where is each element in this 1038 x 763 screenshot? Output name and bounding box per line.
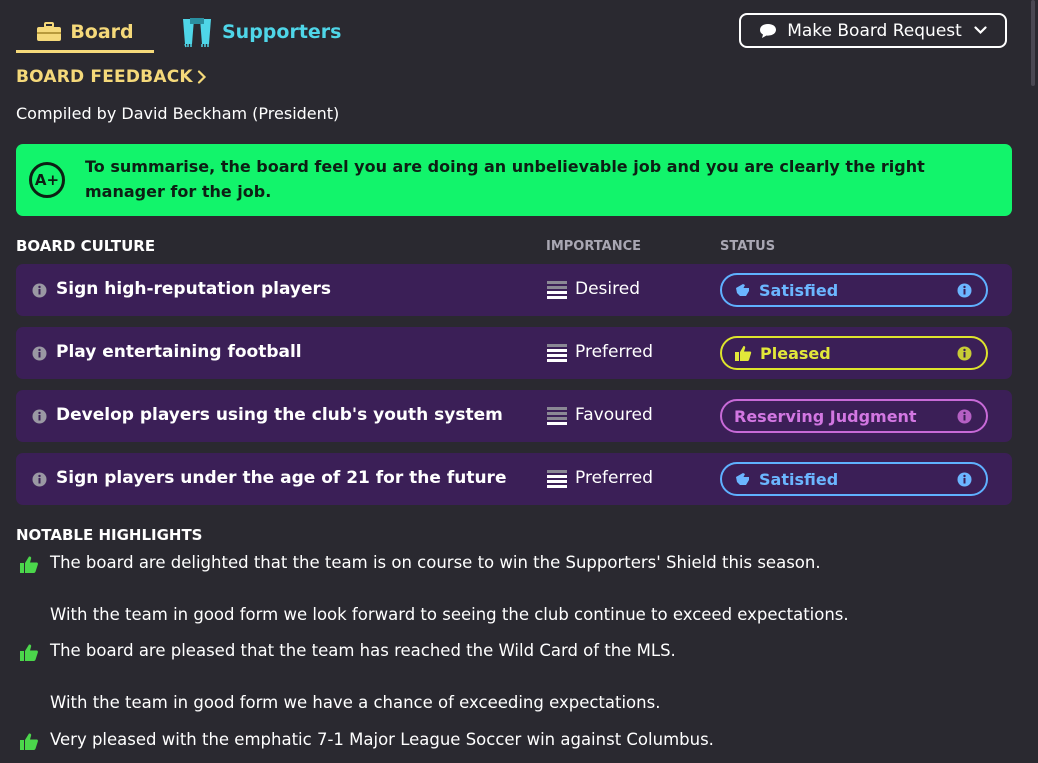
- compiled-by: Compiled by David Beckham (President): [16, 104, 340, 123]
- status-badge[interactable]: Pleased: [720, 336, 988, 370]
- info-icon[interactable]: [32, 283, 47, 298]
- info-icon[interactable]: [32, 409, 47, 424]
- board-feedback-title: BOARD FEEDBACK: [16, 67, 193, 87]
- status-header: STATUS: [720, 239, 776, 254]
- scrollbar[interactable]: [1031, 0, 1035, 86]
- importance-label: Favoured: [575, 405, 653, 425]
- culture-row[interactable]: Sign players under the age of 21 for the…: [16, 453, 1012, 505]
- culture-row[interactable]: Develop players using the club's youth s…: [16, 390, 1012, 442]
- importance-value: Preferred: [547, 342, 653, 362]
- tab-supporters[interactable]: Supporters: [180, 14, 341, 50]
- thumb-tilt-icon: [734, 282, 751, 298]
- thumb-tilt-icon: [734, 471, 751, 487]
- status-badge[interactable]: Satisfied: [720, 273, 988, 307]
- make-board-request-button[interactable]: Make Board Request: [739, 13, 1007, 48]
- status-badge[interactable]: Satisfied: [720, 462, 988, 496]
- importance-value: Preferred: [547, 468, 653, 488]
- importance-value: Desired: [547, 279, 640, 299]
- importance-label: Desired: [575, 279, 640, 299]
- info-icon[interactable]: [32, 472, 47, 487]
- tab-board[interactable]: Board: [16, 14, 154, 53]
- importance-label: Preferred: [575, 468, 654, 488]
- board-feedback-link[interactable]: BOARD FEEDBACK: [16, 67, 207, 87]
- summary-banner: A+ To summarise, the board feel you are …: [16, 144, 1012, 216]
- culture-row-label: Sign high-reputation players: [56, 279, 332, 299]
- board-culture-header: BOARD CULTURE: [16, 237, 156, 255]
- importance-bars-icon: [547, 279, 567, 299]
- speech-bubble-icon: [759, 23, 777, 39]
- tab-board-label: Board: [70, 21, 134, 43]
- status-label: Pleased: [760, 343, 831, 363]
- info-icon[interactable]: [957, 472, 972, 487]
- thumbs-up-icon: [734, 345, 752, 362]
- importance-bars-icon: [547, 468, 567, 488]
- status-label: Satisfied: [759, 280, 839, 300]
- briefcase-icon: [36, 22, 62, 42]
- highlight-text: The board are pleased that the team has …: [50, 641, 676, 660]
- info-icon[interactable]: [32, 346, 47, 361]
- make-board-request-label: Make Board Request: [787, 20, 962, 41]
- culture-row[interactable]: Play entertaining football Preferred Ple…: [16, 327, 1012, 379]
- importance-label: Preferred: [575, 342, 654, 362]
- importance-bars-icon: [547, 405, 567, 425]
- status-label: Satisfied: [759, 469, 839, 489]
- summary-text: To summarise, the board feel you are doi…: [85, 157, 925, 201]
- culture-row[interactable]: Sign high-reputation players Desired Sat…: [16, 264, 1012, 316]
- importance-value: Favoured: [547, 405, 653, 425]
- importance-header: IMPORTANCE: [546, 239, 641, 254]
- thumbs-up-icon: [19, 643, 39, 662]
- thumbs-up-icon: [19, 732, 39, 751]
- highlight-note: With the team in good form we look forwa…: [50, 605, 849, 624]
- tab-bar: Board Supporters: [16, 14, 341, 54]
- info-icon[interactable]: [957, 346, 972, 361]
- chevron-down-icon: [974, 26, 987, 35]
- importance-bars-icon: [547, 342, 567, 362]
- highlight-note: With the team in good form we have a cha…: [50, 693, 661, 712]
- highlight-text: Very pleased with the emphatic 7-1 Major…: [50, 730, 714, 749]
- culture-row-label: Sign players under the age of 21 for the…: [56, 468, 507, 488]
- culture-row-label: Play entertaining football: [56, 342, 302, 362]
- status-badge[interactable]: Reserving Judgment: [720, 399, 988, 433]
- info-icon[interactable]: [957, 283, 972, 298]
- grade-badge: A+: [29, 162, 65, 198]
- tab-supporters-label: Supporters: [222, 21, 342, 43]
- notable-highlights-header: NOTABLE HIGHLIGHTS: [16, 526, 203, 544]
- info-icon[interactable]: [957, 409, 972, 424]
- status-label: Reserving Judgment: [734, 406, 917, 426]
- chevron-right-icon: [197, 70, 207, 84]
- culture-row-label: Develop players using the club's youth s…: [56, 405, 503, 425]
- highlight-text: The board are delighted that the team is…: [50, 553, 821, 572]
- scarf-icon: [180, 16, 214, 48]
- thumbs-up-icon: [19, 555, 39, 574]
